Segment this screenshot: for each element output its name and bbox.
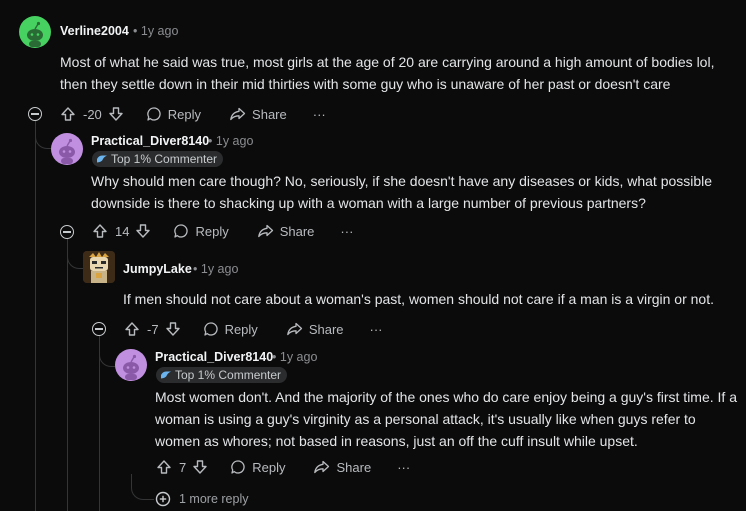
- avatar[interactable]: [83, 251, 115, 283]
- comment-body: Most of what he said was true, most girl…: [60, 54, 715, 92]
- character-avatar-icon: [83, 251, 115, 283]
- share-label: Share: [279, 223, 315, 239]
- thread-elbow-1: [35, 120, 51, 149]
- reply-bubble-icon: [174, 224, 189, 238]
- upvote-button[interactable]: [156, 459, 172, 475]
- more-replies-label: 1 more reply: [179, 492, 249, 506]
- thread-elbow-3: [99, 336, 116, 367]
- upvote-icon: [125, 322, 139, 336]
- upvote-icon: [93, 224, 107, 238]
- vote-score: 7: [179, 459, 187, 475]
- timestamp[interactable]: 1y ago: [216, 134, 254, 148]
- comment-meta: • 1y ago: [208, 134, 253, 148]
- vote-score: 14: [115, 223, 130, 239]
- timestamp[interactable]: 1y ago: [280, 350, 318, 364]
- timestamp[interactable]: 1y ago: [141, 24, 179, 38]
- share-icon: [230, 107, 246, 121]
- downvote-button[interactable]: [165, 321, 181, 337]
- share-label: Share: [308, 321, 344, 337]
- upvote-icon: [61, 107, 75, 121]
- collapse-thread-button[interactable]: [60, 225, 74, 239]
- top-commenter-badge: Top 1% Commenter: [156, 367, 288, 383]
- comment-body: Most women don't. And the majority of th…: [155, 389, 737, 449]
- snoo-avatar-icon: [59, 138, 75, 164]
- downvote-button[interactable]: [108, 106, 124, 122]
- comment-meta: • 1y ago: [133, 24, 178, 38]
- timestamp[interactable]: 1y ago: [201, 262, 239, 276]
- reply-label: Reply: [195, 223, 229, 239]
- downvote-button[interactable]: [192, 459, 208, 475]
- thread-line-3: [99, 336, 100, 511]
- downvote-icon: [165, 322, 180, 336]
- top-commenter-badge: Top 1% Commenter: [92, 151, 224, 167]
- action-bar: -20 Reply Share ···: [60, 104, 326, 124]
- badge-label: Top 1% Commenter: [175, 368, 282, 382]
- downvote-icon: [193, 460, 207, 474]
- meta-separator: •: [208, 134, 213, 148]
- meta-separator: •: [193, 262, 198, 276]
- top-commenter-icon: [161, 371, 171, 379]
- share-icon: [257, 224, 273, 238]
- avatar[interactable]: [51, 133, 83, 165]
- thread-line-1: [35, 120, 36, 511]
- more-options-button[interactable]: ···: [397, 460, 410, 475]
- more-options-button[interactable]: ···: [370, 322, 383, 337]
- thread-elbow-2: [67, 238, 84, 269]
- avatar[interactable]: [19, 16, 51, 48]
- upvote-button[interactable]: [60, 106, 76, 122]
- meta-separator: •: [272, 350, 277, 364]
- comment-body: Why should men care though? No, seriousl…: [91, 173, 713, 211]
- vote-score: -20: [83, 106, 102, 122]
- upvote-icon: [157, 460, 171, 474]
- avatar[interactable]: [115, 349, 147, 381]
- reply-bubble-icon: [231, 460, 245, 474]
- reply-button[interactable]: Reply: [230, 459, 285, 475]
- reply-label: Reply: [224, 321, 258, 337]
- share-icon: [286, 322, 302, 336]
- upvote-button[interactable]: [92, 223, 108, 239]
- username[interactable]: JumpyLake: [123, 262, 192, 276]
- more-options-button[interactable]: ···: [340, 224, 353, 239]
- reply-bubble-icon: [147, 107, 161, 121]
- thread-line-2: [67, 238, 68, 511]
- vote-score: -7: [147, 321, 159, 337]
- reply-label: Reply: [252, 459, 286, 475]
- collapse-thread-button[interactable]: [92, 322, 106, 336]
- top-commenter-icon: [97, 155, 107, 163]
- upvote-button[interactable]: [124, 321, 140, 337]
- comment-meta: • 1y ago: [193, 262, 238, 276]
- action-bar: 7 Reply Share ···: [156, 457, 410, 477]
- downvote-icon: [109, 107, 123, 121]
- snoo-avatar-icon: [123, 354, 139, 380]
- comment-body: If men should not care about a woman's p…: [123, 291, 714, 307]
- reply-button[interactable]: Reply: [203, 321, 258, 337]
- thread-elbow-4: [131, 474, 154, 500]
- share-button[interactable]: Share: [313, 459, 371, 475]
- action-bar: 14 Reply Share ···: [92, 221, 353, 241]
- action-bar: -7 Reply Share ···: [124, 319, 383, 339]
- share-label: Share: [252, 106, 287, 122]
- expand-plus-icon: [155, 491, 171, 507]
- reply-button[interactable]: Reply: [173, 223, 229, 239]
- downvote-button[interactable]: [135, 223, 151, 239]
- share-icon: [314, 460, 330, 474]
- share-button[interactable]: Share: [257, 223, 315, 239]
- more-options-button[interactable]: ···: [313, 107, 326, 122]
- more-replies-link[interactable]: 1 more reply: [155, 491, 248, 507]
- reply-button[interactable]: Reply: [146, 106, 201, 122]
- share-label: Share: [336, 459, 372, 475]
- username[interactable]: Practical_Diver8140: [155, 350, 273, 364]
- meta-separator: •: [133, 24, 138, 38]
- snoo-avatar-icon: [27, 21, 43, 47]
- reply-bubble-icon: [203, 322, 218, 336]
- share-button[interactable]: Share: [286, 321, 344, 337]
- username[interactable]: Verline2004: [60, 24, 129, 38]
- username[interactable]: Practical_Diver8140: [91, 134, 209, 148]
- badge-label: Top 1% Commenter: [111, 152, 218, 166]
- reply-label: Reply: [167, 106, 202, 122]
- collapse-thread-button[interactable]: [28, 107, 42, 121]
- comment-meta: • 1y ago: [272, 350, 317, 364]
- share-button[interactable]: Share: [229, 106, 287, 122]
- downvote-icon: [136, 224, 151, 238]
